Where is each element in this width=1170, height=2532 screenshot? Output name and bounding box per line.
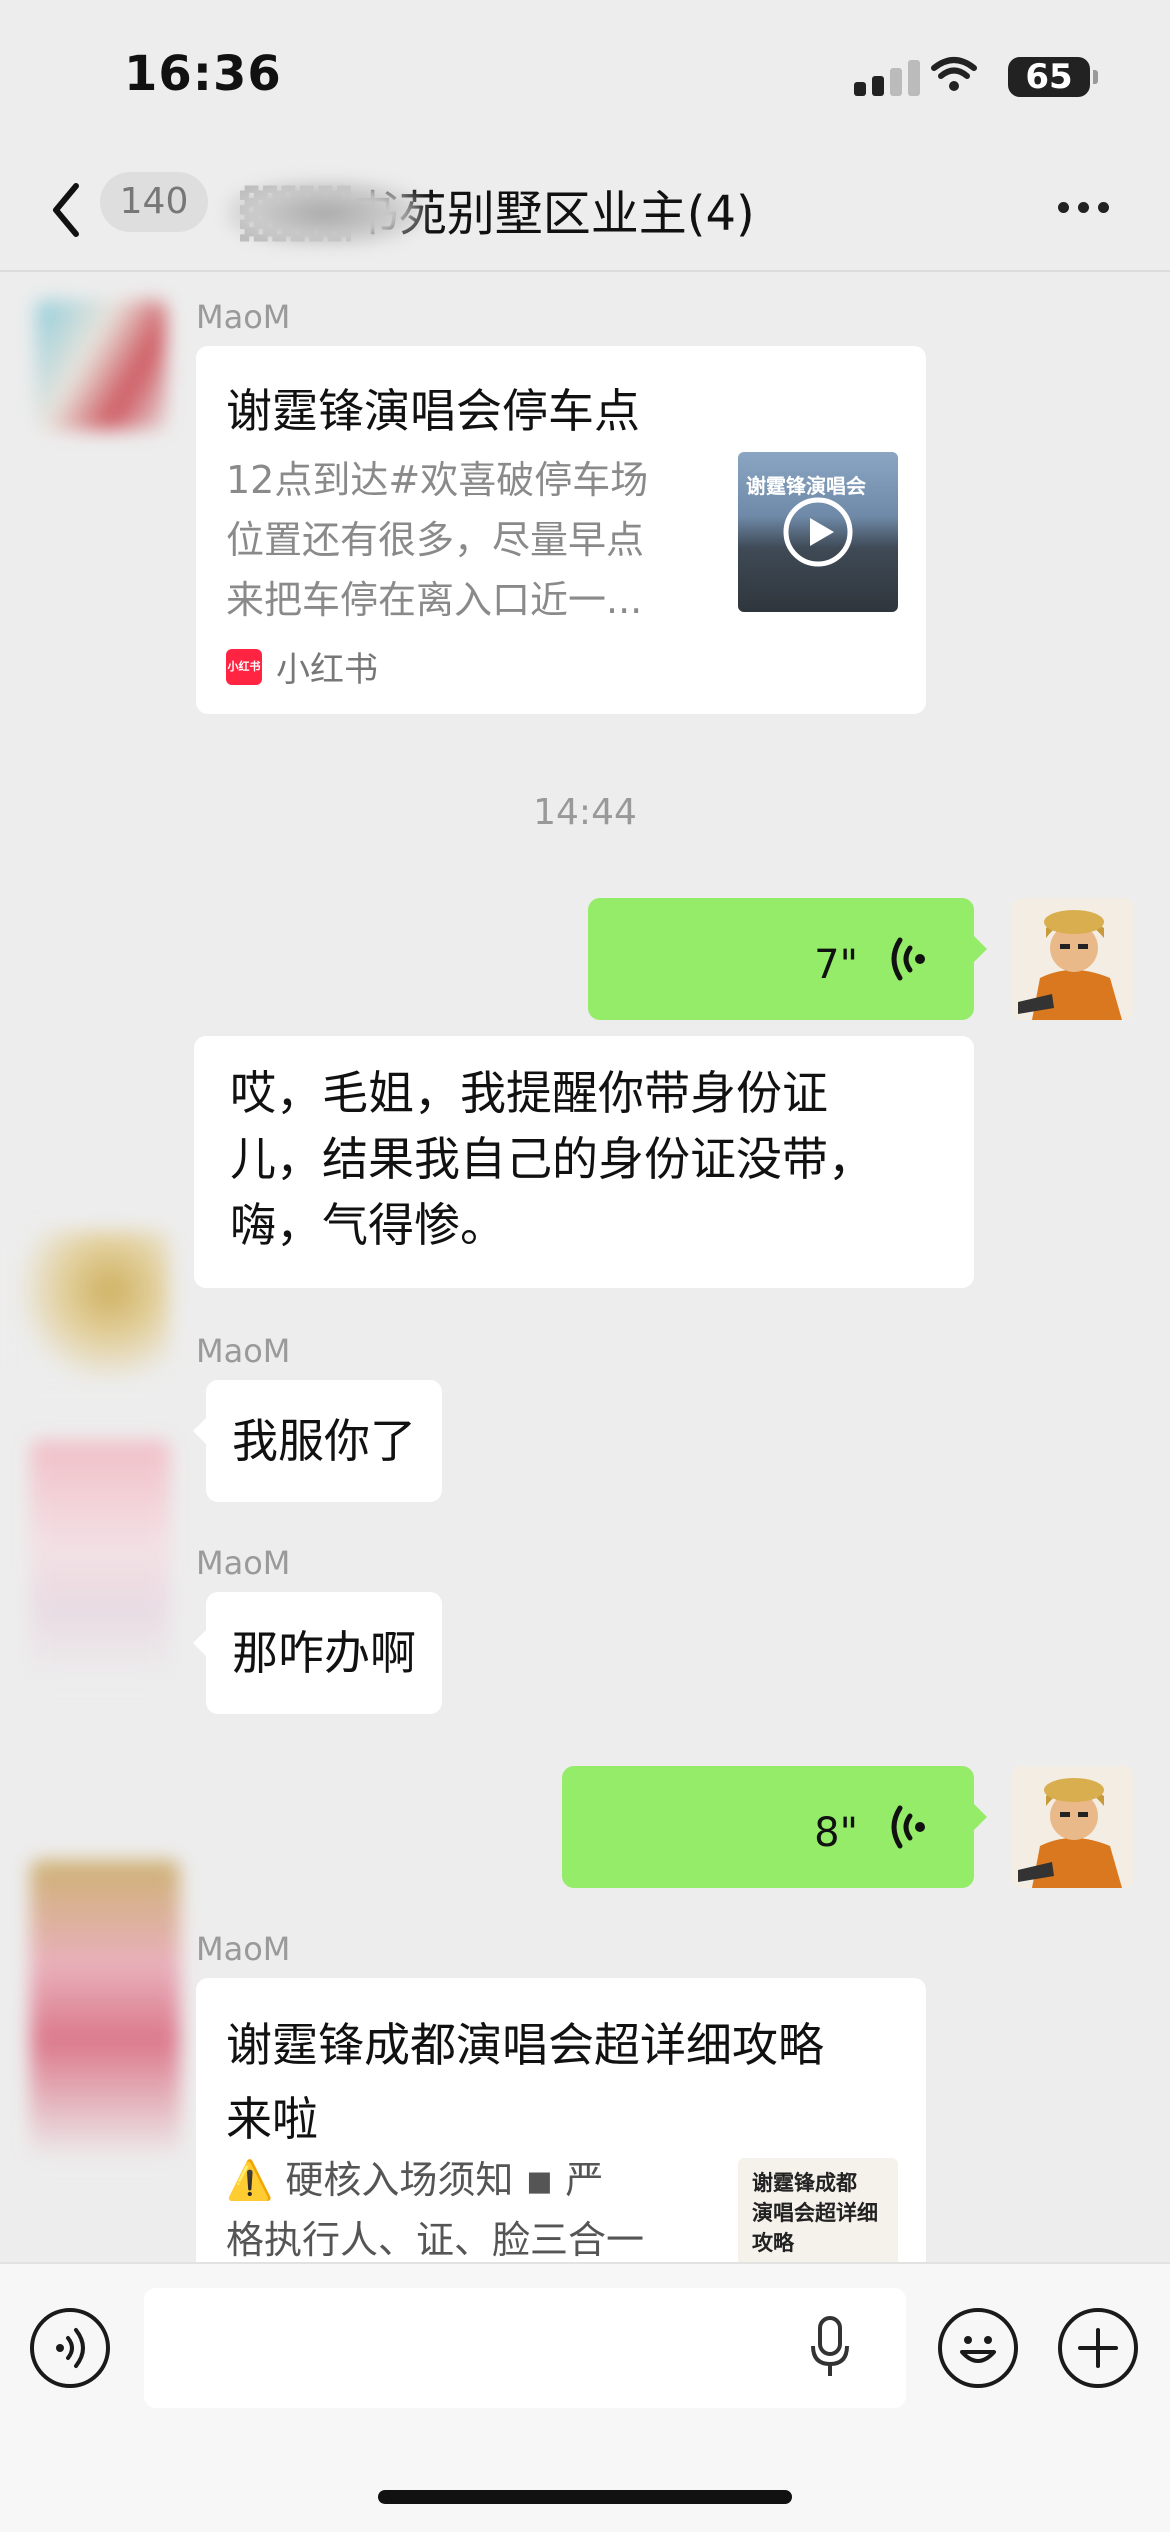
sender-name: MaoM: [196, 1332, 291, 1370]
more-dots-icon[interactable]: [1058, 202, 1109, 213]
video-thumbnail: 谢霆锋演唱会: [738, 452, 898, 612]
card-source: 小红书 小红书: [226, 648, 378, 690]
voice-message[interactable]: 7": [588, 898, 987, 1020]
my-avatar[interactable]: [1012, 898, 1134, 1020]
text-message[interactable]: 哎，毛姐，我提醒你带身份证 儿，结果我自己的身份证没带， 嗨，气得惨。: [194, 1036, 974, 1288]
sender-name: MaoM: [196, 1544, 291, 1582]
shared-link-card[interactable]: 谢霆锋演唱会停车点 12点到达#欢喜破停车场 位置还有很多，尽量早点 来把车停在…: [196, 346, 926, 714]
message-timestamp: 14:44: [533, 792, 637, 833]
status-bar: 16:36 65: [0, 0, 1170, 150]
home-indicator[interactable]: [378, 2490, 792, 2504]
voice-mode-icon[interactable]: [30, 2308, 110, 2388]
card-thumbnail: 谢霆锋成都 演唱会超详细 攻略: [738, 2158, 898, 2278]
message-text-field[interactable]: [144, 2288, 906, 2408]
xiaohongshu-logo-icon: 小红书: [226, 648, 262, 685]
emoji-icon[interactable]: [938, 2308, 1018, 2388]
voice-wave-icon: [891, 937, 925, 981]
card-title: 谢霆锋成都演唱会超详细攻略 来啦: [226, 2018, 824, 2146]
avatar[interactable]: [30, 1860, 180, 2160]
battery-icon: 65: [1008, 57, 1098, 97]
sender-name: MaoM: [196, 298, 291, 336]
sender-name: MaoM: [196, 1930, 291, 1968]
text-message[interactable]: 那咋办啊: [193, 1592, 442, 1714]
voice-duration: 7": [814, 942, 858, 988]
voice-duration: 8": [814, 1810, 858, 1856]
card-title: 谢霆锋演唱会停车点: [226, 384, 640, 438]
chevron-left-icon[interactable]: [48, 180, 84, 240]
card-description: ⚠️ 硬核入场须知 ◾ 严 格执行人、证、脸三合一: [226, 2158, 645, 2262]
wifi-icon: [931, 57, 977, 91]
unread-count-badge[interactable]: 140: [100, 172, 208, 232]
voice-wave-icon: [891, 1805, 925, 1849]
microphone-icon[interactable]: [810, 2316, 850, 2380]
play-icon: [783, 497, 853, 567]
avatar[interactable]: [30, 1440, 170, 1680]
text-message[interactable]: 我服你了: [193, 1380, 442, 1502]
avatar[interactable]: [36, 300, 166, 430]
status-time: 16:36: [124, 46, 282, 102]
my-avatar[interactable]: [1012, 1766, 1134, 1888]
shared-link-card[interactable]: 谢霆锋成都演唱会超详细攻略 来啦 ⚠️ 硬核入场须知 ◾ 严 格执行人、证、脸三…: [196, 1978, 926, 2278]
chat-header: 140 ▓▓▓书苑别墅区业主(4): [0, 150, 1170, 272]
redaction-blur: [225, 178, 425, 248]
cellular-signal-icon: [854, 60, 920, 96]
card-description: 12点到达#欢喜破停车场 位置还有很多，尽量早点 来把车停在离入口近一...: [226, 458, 649, 622]
plus-icon[interactable]: [1058, 2308, 1138, 2388]
avatar[interactable]: [20, 1230, 170, 1380]
voice-message[interactable]: 8": [562, 1766, 987, 1888]
